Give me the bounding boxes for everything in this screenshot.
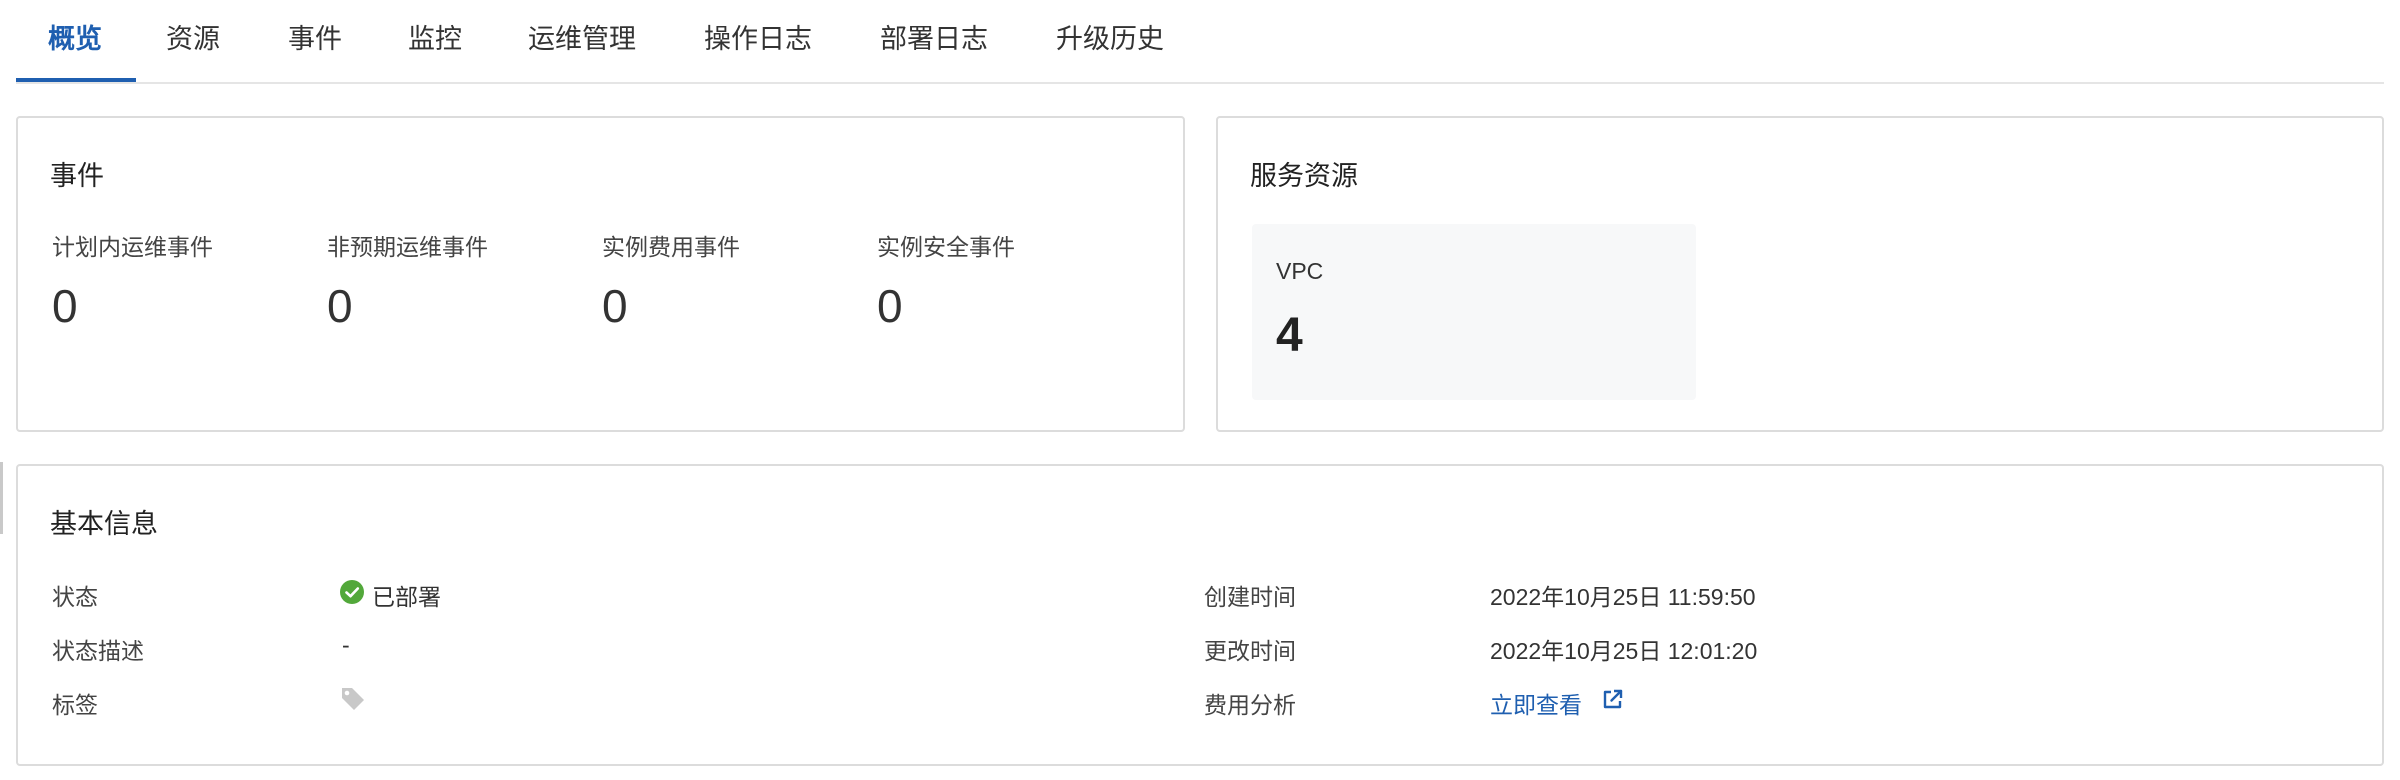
event-label-cost: 实例费用事件: [602, 234, 740, 260]
service-resources-card: 服务资源 VPC 4: [1216, 116, 2384, 432]
event-label-planned: 计划内运维事件: [52, 234, 213, 260]
status-description-value: -: [342, 632, 350, 658]
tab-resources[interactable]: 资源: [166, 18, 220, 66]
basic-info-title: 基本信息: [50, 509, 158, 539]
tag-icon[interactable]: [340, 686, 366, 712]
resource-name: VPC: [1276, 258, 1324, 284]
tab-bar: 概览 资源 事件 监控 运维管理 操作日志 部署日志 升级历史: [16, 0, 2384, 84]
side-collapse-handle[interactable]: [0, 462, 3, 534]
resource-count: 4: [1276, 309, 1303, 362]
external-link-icon[interactable]: [1602, 688, 1624, 710]
event-count-security[interactable]: 0: [877, 283, 903, 329]
tab-deployment-logs[interactable]: 部署日志: [880, 18, 988, 66]
status-value: 已部署: [372, 584, 441, 610]
modified-time-label: 更改时间: [1204, 638, 1296, 664]
event-count-planned[interactable]: 0: [52, 283, 78, 329]
view-now-link[interactable]: 立即查看: [1490, 686, 1582, 720]
event-count-unplanned[interactable]: 0: [327, 283, 353, 329]
event-label-unplanned: 非预期运维事件: [327, 234, 488, 260]
created-time-value: 2022年10月25日 11:59:50: [1490, 584, 1756, 610]
basic-info-card: 基本信息 状态 已部署 状态描述 - 标签 创建时间 2022年10月25日 1…: [16, 464, 2384, 766]
tab-upgrade-history[interactable]: 升级历史: [1056, 18, 1164, 66]
created-time-label: 创建时间: [1204, 584, 1296, 610]
tab-operation-logs[interactable]: 操作日志: [704, 18, 812, 66]
status-label: 状态: [52, 584, 98, 610]
events-title: 事件: [50, 161, 104, 191]
events-card: 事件 计划内运维事件 0 非预期运维事件 0 实例费用事件 0 实例安全事件 0: [16, 116, 1185, 432]
service-resources-title: 服务资源: [1250, 161, 1358, 191]
check-circle-icon: [340, 580, 364, 604]
tab-overview[interactable]: 概览: [48, 18, 102, 66]
tab-events[interactable]: 事件: [288, 18, 342, 66]
tab-ops-management[interactable]: 运维管理: [528, 18, 636, 66]
cost-analysis-label: 费用分析: [1204, 692, 1296, 718]
tab-monitoring[interactable]: 监控: [408, 18, 462, 66]
active-tab-indicator: [16, 78, 136, 82]
event-count-cost[interactable]: 0: [602, 283, 628, 329]
vpc-resource-tile[interactable]: VPC 4: [1252, 224, 1696, 400]
event-label-security: 实例安全事件: [877, 234, 1015, 260]
tags-label: 标签: [52, 692, 98, 718]
status-description-label: 状态描述: [52, 638, 144, 664]
modified-time-value: 2022年10月25日 12:01:20: [1490, 638, 1758, 664]
